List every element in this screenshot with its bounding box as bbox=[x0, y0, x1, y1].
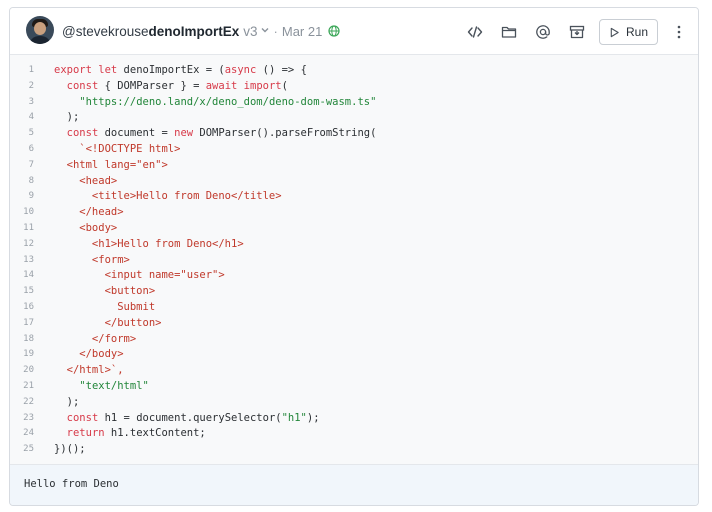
run-button-label: Run bbox=[625, 25, 648, 39]
val-card: @stevekrouse denoImportEx v3 · Mar 21 Ru… bbox=[9, 7, 699, 506]
val-header: @stevekrouse denoImportEx v3 · Mar 21 Ru… bbox=[10, 8, 698, 55]
line-number: 11 bbox=[23, 222, 34, 233]
code-text: ); bbox=[54, 111, 80, 124]
toolbar: Run bbox=[453, 19, 688, 45]
version-label[interactable]: v3 bbox=[243, 24, 257, 39]
code-text: <title>Hello from Deno</title> bbox=[54, 190, 282, 203]
code-line: 18 </form> bbox=[10, 332, 698, 348]
code-text: "https://deno.land/x/deno_dom/deno-dom-w… bbox=[79, 95, 377, 108]
code-line: 24 return h1.textContent; bbox=[10, 426, 698, 442]
line-number: 25 bbox=[23, 444, 34, 455]
code-text: })(); bbox=[54, 443, 86, 456]
code-line: 25 })(); bbox=[10, 442, 698, 458]
code-text: `<!DOCTYPE html> bbox=[54, 142, 181, 155]
line-number: 8 bbox=[28, 175, 34, 186]
line-number: 24 bbox=[23, 428, 34, 439]
code-text: </html>`, bbox=[54, 364, 124, 377]
separator-dot: · bbox=[273, 23, 278, 39]
code-editor[interactable]: 1 export let denoImportEx = (async () => … bbox=[10, 55, 698, 465]
line-number: 21 bbox=[23, 380, 34, 391]
code-line: 4 ); bbox=[10, 110, 698, 126]
code-line: 7 <html lang="en"> bbox=[10, 158, 698, 174]
code-text: <h1>Hello from Deno</h1> bbox=[54, 237, 244, 250]
line-number: 13 bbox=[23, 254, 34, 265]
line-number: 16 bbox=[23, 301, 34, 312]
code-line: 12 <h1>Hello from Deno</h1> bbox=[10, 237, 698, 253]
chevron-down-icon[interactable] bbox=[260, 25, 270, 38]
at-icon[interactable] bbox=[531, 20, 555, 44]
line-number: 7 bbox=[28, 159, 34, 170]
code-line: 20 </html>`, bbox=[10, 363, 698, 379]
code-line: 11 <body> bbox=[10, 221, 698, 237]
code-text: <body> bbox=[54, 221, 118, 234]
output-text: Hello from Deno bbox=[24, 478, 119, 490]
line-number: 10 bbox=[23, 207, 34, 218]
code-line: 14 <input name="user"> bbox=[10, 268, 698, 284]
code-text: <head> bbox=[54, 174, 118, 187]
code-line: 13 <form> bbox=[10, 253, 698, 269]
code-text: ); bbox=[54, 395, 80, 408]
code-text: Submit bbox=[54, 300, 156, 313]
code-text: const h1 = document.querySelector("h1"); bbox=[66, 411, 320, 424]
code-line: 21 "text/html" bbox=[10, 379, 698, 395]
globe-icon bbox=[328, 25, 340, 37]
code-line: 22 ); bbox=[10, 395, 698, 411]
date-label: Mar 21 bbox=[281, 23, 323, 39]
code-line: 5 const document = new DOMParser().parse… bbox=[10, 126, 698, 142]
code-line: 15 <button> bbox=[10, 284, 698, 300]
code-line: 3 "https://deno.land/x/deno_dom/deno-dom… bbox=[10, 95, 698, 111]
val-name[interactable]: denoImportEx bbox=[149, 24, 240, 39]
avatar[interactable] bbox=[26, 16, 54, 44]
code-text: "text/html" bbox=[79, 379, 149, 392]
code-text: return h1.textContent; bbox=[66, 427, 206, 440]
line-number: 5 bbox=[28, 128, 34, 139]
line-number: 3 bbox=[28, 96, 34, 107]
code-line: 16 Submit bbox=[10, 300, 698, 316]
code-text: <html lang="en"> bbox=[54, 158, 168, 171]
archive-icon[interactable] bbox=[565, 20, 589, 44]
code-line: 8 <head> bbox=[10, 174, 698, 190]
line-number: 1 bbox=[28, 65, 34, 75]
play-icon bbox=[610, 27, 619, 37]
line-number: 15 bbox=[23, 286, 34, 297]
code-line: 6 `<!DOCTYPE html> bbox=[10, 142, 698, 158]
code-icon[interactable] bbox=[463, 20, 487, 44]
code-text: </body> bbox=[54, 348, 124, 361]
line-number: 4 bbox=[28, 112, 34, 123]
line-number: 12 bbox=[23, 238, 34, 249]
code-text: <input name="user"> bbox=[54, 269, 225, 282]
line-number: 22 bbox=[23, 396, 34, 407]
code-line: 9 <title>Hello from Deno</title> bbox=[10, 189, 698, 205]
line-number: 19 bbox=[23, 349, 34, 360]
code-text: </form> bbox=[54, 332, 137, 345]
val-title: @stevekrouse denoImportEx v3 · Mar 21 bbox=[62, 22, 340, 40]
code-line: 10 </head> bbox=[10, 205, 698, 221]
run-button[interactable]: Run bbox=[598, 19, 658, 45]
code-line: 1 export let denoImportEx = (async () => … bbox=[10, 63, 698, 79]
code-text: </head> bbox=[54, 206, 124, 219]
code-text: const { DOMParser } = await import( bbox=[66, 79, 288, 92]
code-text: </button> bbox=[54, 316, 162, 329]
code-text: export let denoImportEx = (async () => { bbox=[54, 64, 307, 76]
folder-icon[interactable] bbox=[497, 20, 521, 44]
code-text: <button> bbox=[54, 285, 156, 298]
code-line: 23 const h1 = document.querySelector("h1… bbox=[10, 411, 698, 427]
code-line: 17 </button> bbox=[10, 316, 698, 332]
code-text: const document = new DOMParser().parseFr… bbox=[66, 127, 377, 140]
code-line: 19 </body> bbox=[10, 347, 698, 363]
more-icon[interactable] bbox=[670, 20, 688, 44]
output-panel: Hello from Deno bbox=[10, 465, 698, 505]
line-number: 20 bbox=[23, 365, 34, 376]
line-number: 23 bbox=[23, 412, 34, 423]
code-lines: 1 export let denoImportEx = (async () => … bbox=[10, 63, 698, 458]
line-number: 9 bbox=[28, 191, 34, 202]
code-text: <form> bbox=[54, 253, 130, 266]
line-number: 14 bbox=[23, 270, 34, 281]
author-link[interactable]: @stevekrouse bbox=[62, 24, 149, 39]
line-number: 6 bbox=[28, 143, 34, 154]
code-line: 2 const { DOMParser } = await import( bbox=[10, 79, 698, 95]
line-number: 18 bbox=[23, 333, 34, 344]
line-number: 2 bbox=[28, 80, 34, 91]
line-number: 17 bbox=[23, 317, 34, 328]
